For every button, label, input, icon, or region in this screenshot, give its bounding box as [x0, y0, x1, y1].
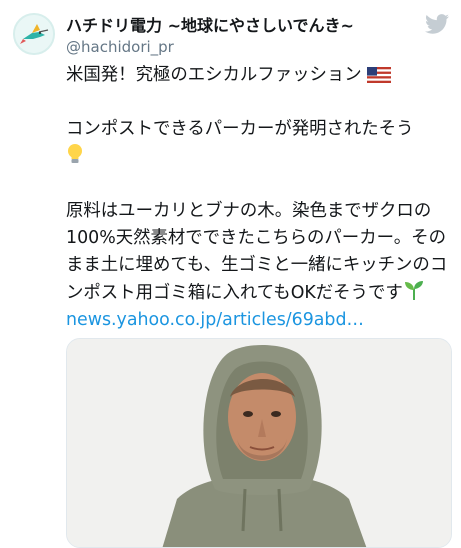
media-preview-card[interactable] — [66, 338, 452, 548]
tweet-text: 米国発！究極のエシカルファッション コンポストできるパーカーが発明されたそう 原… — [66, 62, 452, 334]
seedling-icon — [404, 281, 423, 300]
hummingbird-logo-icon — [15, 15, 53, 53]
us-flag-icon — [367, 67, 392, 83]
display-name[interactable]: ハチドリ電力 ~地球にやさしいでんき~ — [66, 12, 354, 36]
invention-text: コンポストできるパーカーが発明されたそう — [66, 119, 414, 139]
profile-avatar[interactable] — [13, 13, 55, 55]
hoodie-photo — [67, 339, 451, 547]
headline-text: 米国発！究極のエシカルファッション — [66, 65, 362, 85]
tweet-line-description: 原料はユーカリとブナの木。染色までザクロの100%天然素材でできたこちらのパーカ… — [66, 198, 452, 334]
light-bulb-icon — [68, 144, 82, 163]
description-text: 原料はユーカリとブナの木。染色までザクロの100%天然素材でできたこちらのパーカ… — [66, 201, 448, 303]
article-link[interactable]: news.yahoo.co.jp/articles/69abd… — [66, 310, 364, 330]
user-handle[interactable]: @hachidori_pr — [66, 38, 174, 56]
tweet: ハチドリ電力 ~地球にやさしいでんき~ @hachidori_pr 米国発！究極… — [0, 0, 461, 548]
twitter-bird-icon[interactable] — [425, 14, 449, 34]
tweet-line-invention: コンポストできるパーカーが発明されたそう — [66, 116, 452, 171]
tweet-line-headline: 米国発！究極のエシカルファッション — [66, 62, 452, 89]
